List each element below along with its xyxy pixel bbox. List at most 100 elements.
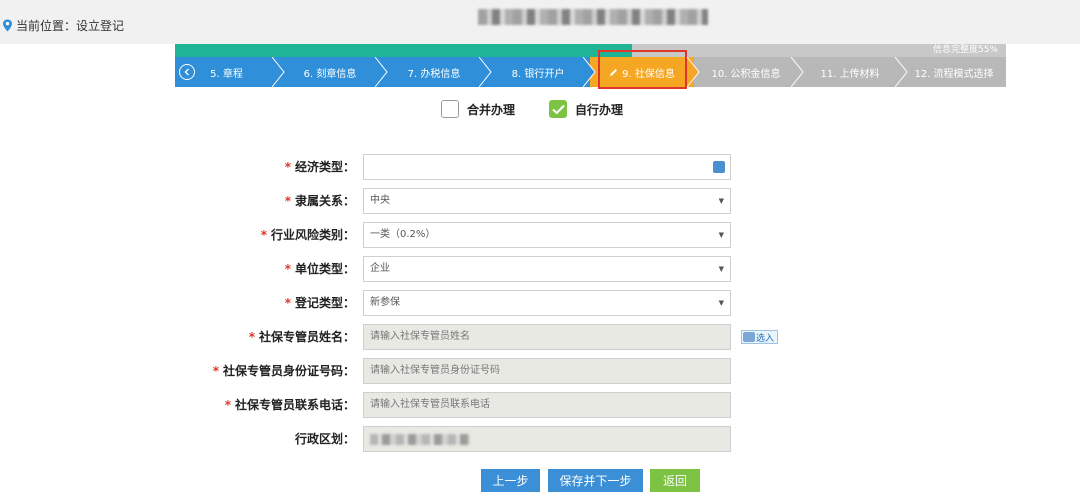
step-label: 6. 刻章信息 xyxy=(303,68,357,80)
step-6[interactable]: 6. 刻章信息 xyxy=(278,57,382,87)
label-text: 行政区划： xyxy=(294,432,355,446)
economic-type-label: * 经济类型： xyxy=(285,154,355,180)
label-text: 单位类型： xyxy=(294,262,355,276)
picker-icon[interactable] xyxy=(713,161,725,173)
caret-down-icon: ▼ xyxy=(718,197,724,205)
label-text: 社保专管员姓名： xyxy=(258,330,355,344)
step-8[interactable]: 8. 银行开户 xyxy=(486,57,590,87)
step-label: 11. 上传材料 xyxy=(820,68,880,80)
chevron-separator xyxy=(375,57,388,87)
chevron-separator xyxy=(895,57,908,87)
manager-phone-input[interactable]: 请输入社保专管员联系电话 xyxy=(363,392,731,418)
step-navigation: 5. 章程 6. 刻章信息 7. 办税信息 8. 银行开户 9. 社保信息 10… xyxy=(175,57,1006,87)
step-label: 10. 公积金信息 xyxy=(711,68,781,80)
step-label: 12. 流程模式选择 xyxy=(914,68,994,80)
affiliation-select[interactable]: 中央 ▼ xyxy=(363,188,731,214)
self-mode-checkbox[interactable] xyxy=(549,100,567,118)
step-5[interactable]: 5. 章程 xyxy=(175,57,278,87)
import-label: 选入 xyxy=(755,333,774,344)
chevron-separator xyxy=(272,57,285,87)
save-and-next-button[interactable]: 保存并下一步 xyxy=(548,469,643,492)
manager-name-input[interactable]: 请输入社保专管员姓名 xyxy=(363,324,731,350)
field-value: 企业 xyxy=(370,263,390,274)
required-mark: * xyxy=(260,228,267,242)
manager-id-input[interactable]: 请输入社保专管员身份证号码 xyxy=(363,358,731,384)
button-label: 返回 xyxy=(662,474,687,488)
combined-mode-checkbox[interactable] xyxy=(441,100,459,118)
field-value: 一类（0.2%） xyxy=(370,229,436,240)
row-district: 行政区划： xyxy=(0,426,1080,452)
back-circle-icon[interactable] xyxy=(179,64,195,80)
label-text: 登记类型： xyxy=(294,296,355,310)
step-label: 8. 银行开户 xyxy=(511,68,565,80)
progress-text: 信息完整度55% xyxy=(932,45,998,55)
field-value: 新参保 xyxy=(370,297,400,308)
required-mark: * xyxy=(212,364,219,378)
required-mark: * xyxy=(248,330,255,344)
import-icon xyxy=(743,332,755,342)
prev-step-button[interactable]: 上一步 xyxy=(481,469,540,492)
redacted-company-name xyxy=(478,9,708,25)
step-10[interactable]: 10. 公积金信息 xyxy=(694,57,798,87)
self-mode-option[interactable]: 自行办理 xyxy=(549,100,623,118)
manager-name-label: * 社保专管员姓名： xyxy=(249,324,355,350)
required-mark: * xyxy=(284,160,291,174)
location-breadcrumb: 当前位置：设立登记 xyxy=(2,17,124,34)
location-label: 当前位置：设立登记 xyxy=(16,19,125,33)
chevron-separator xyxy=(583,57,596,87)
step-7[interactable]: 7. 办税信息 xyxy=(382,57,486,87)
step-12[interactable]: 12. 流程模式选择 xyxy=(902,57,1006,87)
progress-fill xyxy=(175,44,633,57)
button-label: 上一步 xyxy=(492,474,529,488)
row-register-type: * 登记类型： 新参保 ▼ xyxy=(0,290,1080,316)
required-mark: * xyxy=(224,398,231,412)
active-step-highlight xyxy=(598,50,687,89)
step-label: 7. 办税信息 xyxy=(407,68,461,80)
required-mark: * xyxy=(284,296,291,310)
combined-mode-option[interactable]: 合并办理 xyxy=(441,100,515,118)
unit-type-select[interactable]: 企业 ▼ xyxy=(363,256,731,282)
row-unit-type: * 单位类型： 企业 ▼ xyxy=(0,256,1080,282)
unit-type-label: * 单位类型： xyxy=(285,256,355,282)
field-placeholder: 请输入社保专管员身份证号码 xyxy=(370,365,500,376)
check-icon xyxy=(551,104,565,114)
required-mark: * xyxy=(284,262,291,276)
register-type-select[interactable]: 新参保 ▼ xyxy=(363,290,731,316)
row-economic-type: * 经济类型： xyxy=(0,154,1080,180)
risk-category-select[interactable]: 一类（0.2%） ▼ xyxy=(363,222,731,248)
economic-type-input[interactable] xyxy=(363,154,731,180)
step-label: 5. 章程 xyxy=(210,68,243,80)
button-label: 保存并下一步 xyxy=(559,474,632,488)
step-11[interactable]: 11. 上传材料 xyxy=(798,57,902,87)
label-text: 行业风险类别： xyxy=(270,228,355,242)
affiliation-label: * 隶属关系： xyxy=(285,188,355,214)
row-risk-category: * 行业风险类别： 一类（0.2%） ▼ xyxy=(0,222,1080,248)
label-text: 社保专管员身份证号码： xyxy=(222,364,355,378)
caret-down-icon: ▼ xyxy=(718,265,724,273)
redacted-district-value xyxy=(370,434,470,445)
back-button[interactable]: 返回 xyxy=(650,469,700,492)
caret-down-icon: ▼ xyxy=(718,299,724,307)
completeness-progress-bar: 信息完整度55% xyxy=(175,44,1006,57)
required-mark: * xyxy=(284,194,291,208)
chevron-separator xyxy=(479,57,492,87)
combined-mode-label: 合并办理 xyxy=(467,102,516,117)
row-affiliation: * 隶属关系： 中央 ▼ xyxy=(0,188,1080,214)
label-text: 隶属关系： xyxy=(294,194,355,208)
risk-category-label: * 行业风险类别： xyxy=(261,222,355,248)
row-manager-id: * 社保专管员身份证号码： 请输入社保专管员身份证号码 xyxy=(0,358,1080,384)
self-mode-label: 自行办理 xyxy=(575,102,624,117)
chevron-separator xyxy=(687,57,700,87)
chevron-separator xyxy=(791,57,804,87)
row-manager-name: * 社保专管员姓名： 请输入社保专管员姓名 xyxy=(0,324,1080,350)
label-text: 经济类型： xyxy=(294,160,355,174)
field-placeholder: 请输入社保专管员姓名 xyxy=(370,331,470,342)
row-manager-phone: * 社保专管员联系电话： 请输入社保专管员联系电话 xyxy=(0,392,1080,418)
caret-down-icon: ▼ xyxy=(718,231,724,239)
label-text: 社保专管员联系电话： xyxy=(234,398,355,412)
district-input[interactable] xyxy=(363,426,731,452)
top-bar: 当前位置：设立登记 xyxy=(0,0,1080,44)
import-button[interactable]: 选入 xyxy=(741,330,778,344)
register-type-label: * 登记类型： xyxy=(285,290,355,316)
field-value: 中央 xyxy=(370,195,390,206)
